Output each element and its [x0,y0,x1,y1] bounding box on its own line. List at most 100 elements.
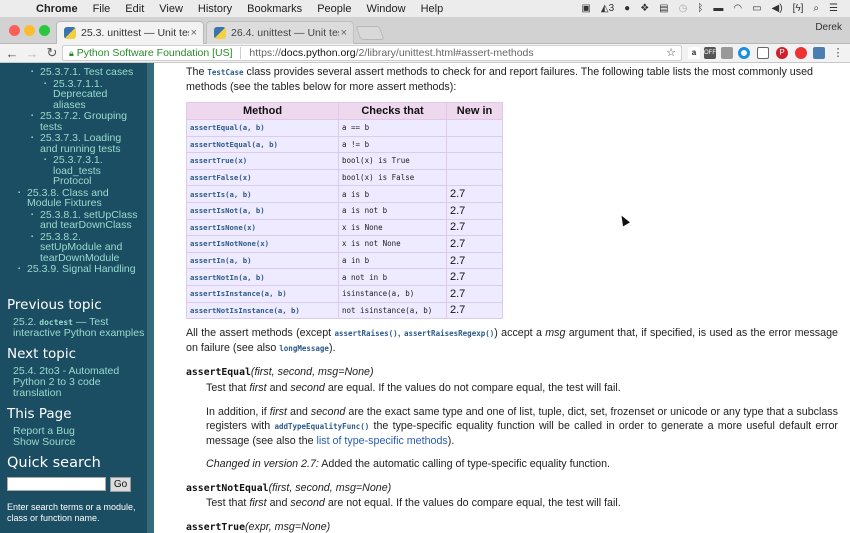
menu-bookmarks[interactable]: Bookmarks [247,3,302,15]
zoom-window-button[interactable] [39,25,50,36]
battery-charging-icon[interactable]: [ϟ] [793,3,804,14]
show-source-link[interactable]: Show Source [13,437,147,448]
column-header-new-in: New in [446,102,503,120]
method-cell[interactable]: assertTrue(x) [186,152,339,170]
addtypeequalityfunc-link[interactable]: addTypeEqualityFunc() [274,422,369,431]
omnibox-separator [240,47,242,60]
type-specific-methods-link[interactable]: list of type-specific methods [317,435,448,447]
method-cell[interactable]: assertNotIn(a, b) [186,268,339,286]
menu-view[interactable]: View [159,3,183,15]
toc-item[interactable]: 25.3.7.1. Test cases [31,67,140,78]
toc-item[interactable]: 25.3.7.3.1. load_tests Protocol [44,155,140,187]
method-cell[interactable]: assertIsNone(x) [186,218,339,237]
checks-cell: not isinstance(a, b) [338,301,447,320]
wifi-icon[interactable]: ◠ [733,3,742,14]
toc-item[interactable]: 25.3.8.2. setUpModule and tearDownModule [31,231,140,264]
menu-file[interactable]: File [93,3,111,15]
battery-menu-icon[interactable]: ▬ [713,3,723,14]
checks-cell: a not in b [338,268,447,286]
method-cell[interactable]: assertIn(a, b) [186,251,339,270]
address-bar[interactable]: 🔒︎ Python Software Foundation [US] https… [62,45,682,61]
close-tab-icon[interactable]: × [341,22,347,44]
column-header-method: Method [186,102,339,120]
dropbox-icon[interactable]: ❖ [640,3,649,14]
macos-menubar: Chrome File Edit View History Bookmarks … [0,0,850,17]
previous-topic-heading: Previous topic [7,297,102,313]
assertequal-description: Test that first and second are equal. If… [206,382,621,394]
minimize-window-button[interactable] [24,25,35,36]
toc-item[interactable]: 25.3.7.1.1. Deprecated aliases [44,78,140,111]
reload-icon[interactable]: ↻ [44,45,60,61]
search-hint: Enter search terms or a module, class or… [7,502,136,523]
menu-history[interactable]: History [198,3,232,15]
method-cell[interactable]: assertFalse(x) [186,168,339,187]
checks-cell: a in b [338,251,447,270]
menu-edit[interactable]: Edit [125,3,144,15]
time-machine-icon[interactable]: ◷ [679,3,688,14]
new-in-cell [446,135,503,154]
method-cell[interactable]: assertIsInstance(a, b) [186,284,339,303]
spotlight-search-icon[interactable]: ⌕ [813,3,819,14]
toc-item[interactable]: 25.3.7.3. Loading and running tests [31,133,140,154]
trash-icon[interactable] [795,47,807,59]
table-row: assertIsNone(x) x is None 2.7 [186,218,503,237]
amazon-icon[interactable]: a [688,47,700,59]
new-in-cell: 2.7 [446,268,503,286]
method-cell[interactable]: assertIs(a, b) [186,185,339,203]
new-tab-button[interactable] [355,26,385,40]
close-tab-icon[interactable]: × [191,22,197,44]
url-path: /2/library/unittest.html#assert-methods [355,47,534,59]
screen-record-icon[interactable]: ▣ [581,3,590,14]
quick-search-input[interactable] [7,477,106,491]
tab-unittest-26-4[interactable]: 26.4. unittest — Unit testing fr × [206,21,354,44]
testcase-link[interactable]: TestCase [207,68,243,77]
new-in-cell: 2.7 [446,235,503,253]
previous-topic-link[interactable]: 25.2. doctest — Test interactive Python … [13,317,147,339]
chrome-menu-icon[interactable]: ⋮ [832,47,844,59]
forward-arrow-icon[interactable]: → [24,46,40,61]
method-cell[interactable]: assertNotIsInstance(a, b) [186,301,339,320]
assertraisesregexp-link[interactable]: assertRaisesRegexp() [404,329,494,338]
longmessage-link[interactable]: longMessage [279,344,329,353]
python-favicon-icon [214,27,226,39]
table-row: assertIsNotNone(x) x is not None 2.7 [186,235,503,253]
close-window-button[interactable] [9,25,20,36]
menu-people[interactable]: People [317,3,351,15]
assertraises-link[interactable]: assertRaises() [334,329,397,338]
method-cell[interactable]: assertIsNot(a, b) [186,201,339,220]
python-favicon-icon [64,27,76,39]
toc-item[interactable]: 25.3.9. Signal Handling [18,264,140,275]
notification-center-icon[interactable]: ☰ [829,3,838,14]
table-row: assertIsNot(a, b) a is not b 2.7 [186,201,503,220]
quick-search-heading: Quick search [7,455,101,471]
volume-icon[interactable]: ◀) [772,3,783,14]
bookmark-star-icon[interactable]: ☆ [666,46,676,60]
method-cell[interactable]: assertIsNotNone(x) [186,235,339,253]
bluetooth-icon[interactable]: ᛒ [697,3,703,14]
airplay-icon[interactable]: ▭ [752,3,761,14]
pocket-icon[interactable] [721,47,733,59]
menu-app-chrome[interactable]: Chrome [36,3,78,15]
toc-item[interactable]: 25.3.7.2. Grouping tests [31,111,140,132]
cast-icon[interactable] [757,47,769,59]
toc-item[interactable]: 25.3.8.1. setUpClass and tearDownClass [31,209,140,231]
method-cell[interactable]: assertEqual(a, b) [186,119,339,137]
sidebar-collapse-bar[interactable] [147,63,154,533]
profile-ext-icon[interactable] [813,47,825,59]
back-arrow-icon[interactable]: ← [4,46,20,61]
method-cell[interactable]: assertNotEqual(a, b) [186,135,339,154]
checks-cell: x is None [338,218,447,237]
menu-window[interactable]: Window [366,3,405,15]
circle-icon[interactable] [738,47,750,59]
off-icon[interactable]: OFF [704,47,716,59]
profile-name[interactable]: Derek [815,22,842,33]
adobe-icon[interactable]: ◭3 [601,3,614,14]
toc-item[interactable]: 25.3.8. Class and Module Fixtures [18,187,140,209]
alfred-hat-icon[interactable]: ● [624,3,630,14]
go-button[interactable]: Go [110,477,131,492]
display-icon[interactable]: ▤ [659,3,668,14]
pinterest-icon[interactable]: P [776,47,788,59]
tab-unittest-25-3[interactable]: 25.3. unittest — Unit testing fr × [56,21,204,44]
menu-help[interactable]: Help [421,3,444,15]
next-topic-link[interactable]: 25.4. 2to3 - Automated Python 2 to 3 cod… [13,366,147,399]
